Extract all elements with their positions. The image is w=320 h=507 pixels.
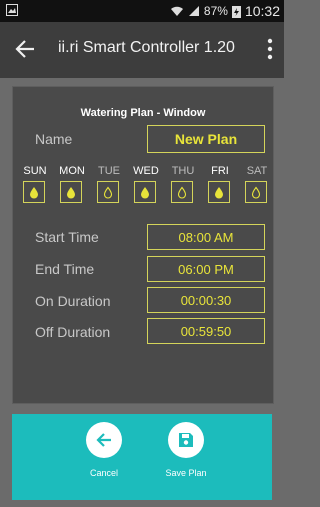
clock: 10:32 (244, 3, 280, 19)
arrow-left-icon[interactable] (14, 38, 36, 60)
day-label: MON (59, 165, 85, 177)
day-label: SAT (246, 165, 268, 177)
day-label: THU (171, 165, 195, 177)
more-vert-icon[interactable] (264, 36, 276, 62)
water-drop-filled-icon (141, 186, 149, 198)
day-thu[interactable]: THU (169, 165, 197, 203)
off-duration-field[interactable]: 00:59:50 (147, 318, 265, 344)
day-toggle-wed[interactable] (134, 181, 156, 203)
day-tue[interactable]: TUE (95, 165, 123, 203)
end-time-label: End Time (35, 261, 95, 277)
water-drop-outline-icon (177, 186, 187, 199)
water-drop-outline-icon (103, 186, 113, 199)
save-label: Save Plan (165, 468, 207, 478)
day-label: SUN (23, 165, 47, 177)
day-toggle-tue[interactable] (97, 181, 119, 203)
app-bar: ii.ri Smart Controller 1.20 (0, 22, 284, 78)
water-drop-filled-icon (67, 186, 75, 198)
day-wed[interactable]: WED (132, 165, 160, 203)
watering-plan-card: Watering Plan - Window Name New Plan SUN… (12, 86, 274, 404)
cancel-button[interactable]: Cancel (74, 422, 134, 478)
off-duration-label: Off Duration (35, 324, 111, 340)
arrow-left-icon (96, 433, 111, 447)
day-label: FRI (211, 165, 229, 177)
day-toggle-sun[interactable] (23, 181, 45, 203)
battery-charging-icon (231, 5, 241, 18)
save-icon (179, 433, 193, 447)
image-notification-icon (6, 4, 18, 16)
start-time-label: Start Time (35, 229, 99, 245)
battery-percent: 87% (203, 4, 228, 18)
name-label: Name (35, 131, 73, 147)
app-title: ii.ri Smart Controller 1.20 (58, 39, 235, 56)
day-toggle-thu[interactable] (171, 181, 193, 203)
end-time-field[interactable]: 06:00 PM (147, 256, 265, 282)
status-icons: 87% 10:32 (170, 2, 280, 20)
signal-icon (188, 6, 199, 16)
day-toggle-fri[interactable] (208, 181, 230, 203)
cancel-label: Cancel (89, 468, 118, 478)
start-time-field[interactable]: 08:00 AM (147, 224, 265, 250)
day-fri[interactable]: FRI (206, 165, 234, 203)
day-toggle-mon[interactable] (60, 181, 82, 203)
save-circle[interactable] (168, 422, 204, 458)
water-drop-outline-icon (251, 186, 261, 199)
cancel-circle[interactable] (86, 422, 122, 458)
day-sun[interactable]: SUN (21, 165, 49, 203)
on-duration-label: On Duration (35, 293, 111, 309)
day-label: TUE (98, 165, 120, 177)
day-label: WED (133, 165, 159, 177)
on-duration-field[interactable]: 00:00:30 (147, 287, 265, 313)
day-sat[interactable]: SAT (243, 165, 271, 203)
plan-name-field[interactable]: New Plan (147, 125, 265, 153)
day-mon[interactable]: MON (58, 165, 86, 203)
save-plan-button[interactable]: Save Plan (156, 422, 216, 478)
weekday-selector: SUN MON TUE WED THU FRI SAT (21, 165, 271, 205)
status-bar: 87% 10:32 (0, 0, 284, 22)
water-drop-filled-icon (215, 186, 223, 198)
day-toggle-sat[interactable] (245, 181, 267, 203)
wifi-icon (170, 6, 183, 16)
action-bar: Cancel Save Plan (12, 414, 272, 500)
card-heading: Watering Plan - Window (80, 107, 206, 119)
water-drop-filled-icon (30, 186, 38, 198)
